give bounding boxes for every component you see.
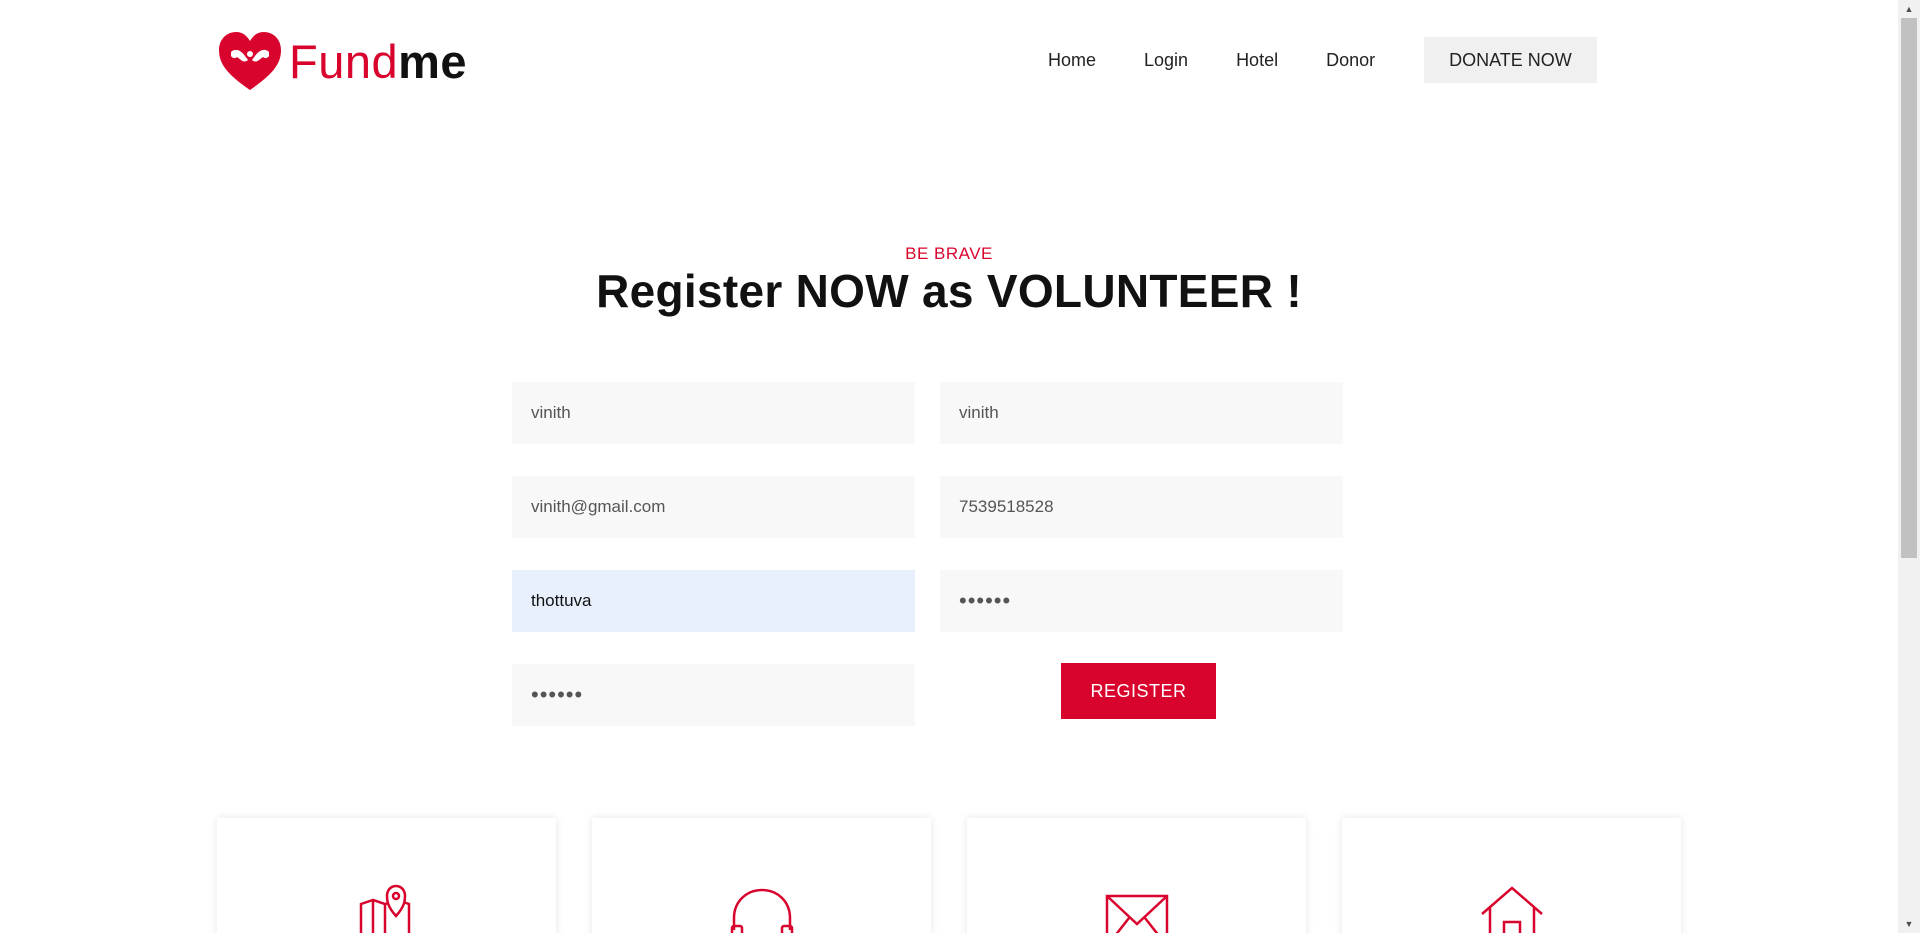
register-button[interactable]: REGISTER (1061, 663, 1216, 719)
first-name-input[interactable] (512, 382, 915, 444)
last-name-input[interactable] (940, 382, 1343, 444)
heart-hands-icon (219, 32, 281, 90)
confirm-password-input[interactable] (512, 664, 915, 726)
logo[interactable]: Fundme (217, 30, 467, 92)
brand-name-part2: me (398, 34, 468, 88)
brand-name: Fundme (289, 38, 467, 85)
card-support (592, 818, 931, 933)
page-title: Register NOW as VOLUNTEER ! (596, 265, 1302, 317)
headphones-icon (730, 888, 793, 933)
donate-now-button[interactable]: DONATE NOW (1424, 37, 1597, 83)
card-location (217, 818, 556, 933)
email-input[interactable] (512, 476, 915, 538)
address-input[interactable] (512, 570, 915, 632)
home-icon (1480, 886, 1543, 933)
scroll-down-arrow-icon[interactable]: ▼ (1898, 915, 1920, 933)
scroll-up-arrow-icon[interactable]: ▲ (1898, 0, 1920, 18)
nav-login[interactable]: Login (1144, 36, 1188, 84)
nav-home[interactable]: Home (1048, 36, 1096, 84)
page: Fundme Home Login Hotel Donor DONATE NOW… (0, 0, 1920, 933)
brand-name-part1: Fund (289, 34, 399, 88)
site-header: Fundme Home Login Hotel Donor DONATE NOW (0, 0, 1898, 120)
envelope-icon (1105, 894, 1168, 933)
main-nav: Home Login Hotel Donor DONATE NOW (1048, 36, 1597, 84)
page-scrollbar[interactable]: ▲ ▼ (1898, 0, 1920, 933)
card-email (967, 818, 1306, 933)
nav-donor[interactable]: Donor (1326, 36, 1375, 84)
section-eyebrow: BE BRAVE (905, 244, 993, 263)
password-input[interactable] (940, 570, 1343, 632)
scrollbar-thumb[interactable] (1901, 18, 1917, 558)
phone-input[interactable] (940, 476, 1343, 538)
nav-hotel[interactable]: Hotel (1236, 36, 1278, 84)
map-pin-icon (359, 884, 410, 933)
card-address (1342, 818, 1681, 933)
